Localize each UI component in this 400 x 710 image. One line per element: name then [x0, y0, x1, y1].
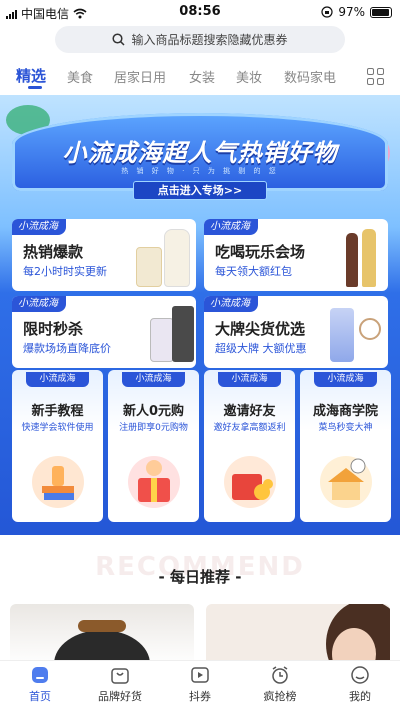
nav-label: 疯抢榜	[263, 690, 297, 703]
category-tabs: 精选 美食 居家日用 女装 美妆 数码家电	[0, 62, 400, 92]
watch-product-image	[359, 318, 381, 340]
search-bar[interactable]: 输入商品标题搜索隐藏优惠券	[55, 26, 345, 53]
knife-set-image	[172, 306, 194, 362]
search-icon	[112, 33, 126, 46]
tab-active-indicator	[28, 86, 42, 89]
tissue-product-image	[136, 247, 162, 287]
kitchen-paper-image	[150, 318, 174, 362]
drink-bottle-image	[346, 233, 358, 287]
nav-label: 抖券	[189, 690, 211, 703]
tab-home[interactable]: 居家日用	[114, 67, 166, 86]
card-title: 限时秒杀	[23, 320, 84, 338]
nav-label: 首页	[29, 690, 51, 703]
bottom-nav: 首页 品牌好货 抖券 疯抢榜 我的	[0, 660, 400, 710]
brand-tag: 小流成海	[218, 372, 281, 387]
brand-tag: 小流成海	[314, 372, 377, 387]
brand-picks-card[interactable]: 小流成海 大牌尖货优选 超级大牌 大额优惠	[204, 296, 388, 368]
phone-product-image	[330, 308, 354, 362]
daily-recommend-title: - 每日推荐 -	[158, 568, 242, 586]
nav-label: 品牌好货	[98, 690, 142, 703]
gift-box-illustration	[128, 456, 180, 508]
nav-brand-goods[interactable]: 品牌好货	[80, 665, 160, 704]
brand-tag: 小流成海	[122, 372, 185, 387]
brand-tag: 小流成海	[204, 296, 258, 312]
card-desc: 每天领大额红包	[215, 265, 292, 278]
brand-tag: 小流成海	[204, 219, 258, 235]
product-image[interactable]	[10, 604, 194, 666]
card-desc: 每2小时时实更新	[23, 265, 107, 278]
card-title: 新手教程	[31, 404, 84, 419]
play-ticket-icon	[191, 667, 209, 683]
card-desc: 注册即享0元购物	[119, 423, 188, 433]
nav-mine[interactable]: 我的	[320, 665, 400, 704]
flash-sale-card[interactable]: 小流成海 限时秒杀 爆款场场直降底价	[12, 296, 196, 368]
nav-home[interactable]: 首页	[0, 665, 80, 704]
card-desc: 菜鸟秒变大神	[318, 423, 373, 433]
card-title: 大牌尖货优选	[215, 320, 306, 338]
invite-friends-card[interactable]: 小流成海 邀请好友 邀好友拿高额返利	[204, 370, 295, 522]
lotion-product-image	[164, 229, 190, 287]
tab-beauty[interactable]: 美妆	[236, 67, 262, 86]
card-desc: 邀好友拿高额返利	[213, 423, 286, 433]
battery-icon	[370, 6, 392, 18]
product-image[interactable]	[206, 604, 390, 666]
nav-label: 我的	[349, 690, 371, 703]
card-desc: 爆款场场直降底价	[23, 342, 111, 355]
status-bar: 中国电信 08:56 97%	[0, 0, 400, 24]
brand-tag: 小流成海	[12, 296, 66, 312]
card-title: 成海商学院	[312, 404, 378, 419]
tab-digital[interactable]: 数码家电	[284, 67, 336, 86]
alarm-clock-icon	[272, 666, 288, 684]
academy-card[interactable]: 小流成海 成海商学院 菜鸟秒变大神	[300, 370, 391, 522]
enter-special-button[interactable]: 点击进入专场>>	[133, 181, 267, 200]
nav-rush-ranking[interactable]: 疯抢榜	[240, 665, 320, 704]
newbie-zero-card[interactable]: 小流成海 新人0元购 注册即享0元购物	[108, 370, 199, 522]
card-title: 新人0元购	[122, 404, 185, 419]
academy-illustration	[320, 456, 372, 508]
food-fun-card[interactable]: 小流成海 吃喝玩乐会场 每天领大额红包	[204, 219, 388, 291]
home-icon	[32, 667, 48, 683]
shopping-bag-icon	[111, 668, 129, 684]
brand-tag: 小流成海	[12, 219, 66, 235]
card-desc: 超级大牌 大额优惠	[215, 342, 307, 355]
all-categories-icon[interactable]	[367, 68, 384, 85]
search-placeholder: 输入商品标题搜索隐藏优惠券	[131, 33, 288, 47]
red-envelope-illustration	[224, 456, 276, 508]
product-photo-model	[326, 604, 390, 666]
banner-title: 小流成海超人气热销好物	[62, 139, 338, 167]
orientation-lock-icon	[321, 6, 333, 18]
card-title: 邀请好友	[223, 404, 276, 419]
brand-tag: 小流成海	[26, 372, 89, 387]
card-desc: 快速学会软件使用	[21, 423, 94, 433]
drink-bottle-image	[362, 229, 376, 287]
hot-sellers-card[interactable]: 小流成海 热销爆款 每2小时时实更新	[12, 219, 196, 291]
tab-women[interactable]: 女装	[189, 67, 215, 86]
hero-banner[interactable]: 小流成海超人气热销好物 热 销 好 物 · 只 为 挑 剔 的 您 点击进入专场…	[0, 95, 400, 205]
card-title: 热销爆款	[23, 243, 84, 261]
product-photo-clothing	[54, 620, 150, 666]
banner-subtitle: 热 销 好 物 · 只 为 挑 剔 的 您	[121, 167, 279, 175]
nav-douquan[interactable]: 抖券	[160, 665, 240, 704]
tab-featured[interactable]: 精选	[16, 65, 46, 86]
smiley-user-icon	[351, 666, 369, 684]
tutorial-card[interactable]: 小流成海 新手教程 快速学会软件使用	[12, 370, 103, 522]
tab-food[interactable]: 美食	[67, 67, 93, 86]
battery-percent: 97%	[338, 5, 365, 19]
books-illustration	[32, 456, 84, 508]
card-title: 吃喝玩乐会场	[215, 243, 306, 261]
